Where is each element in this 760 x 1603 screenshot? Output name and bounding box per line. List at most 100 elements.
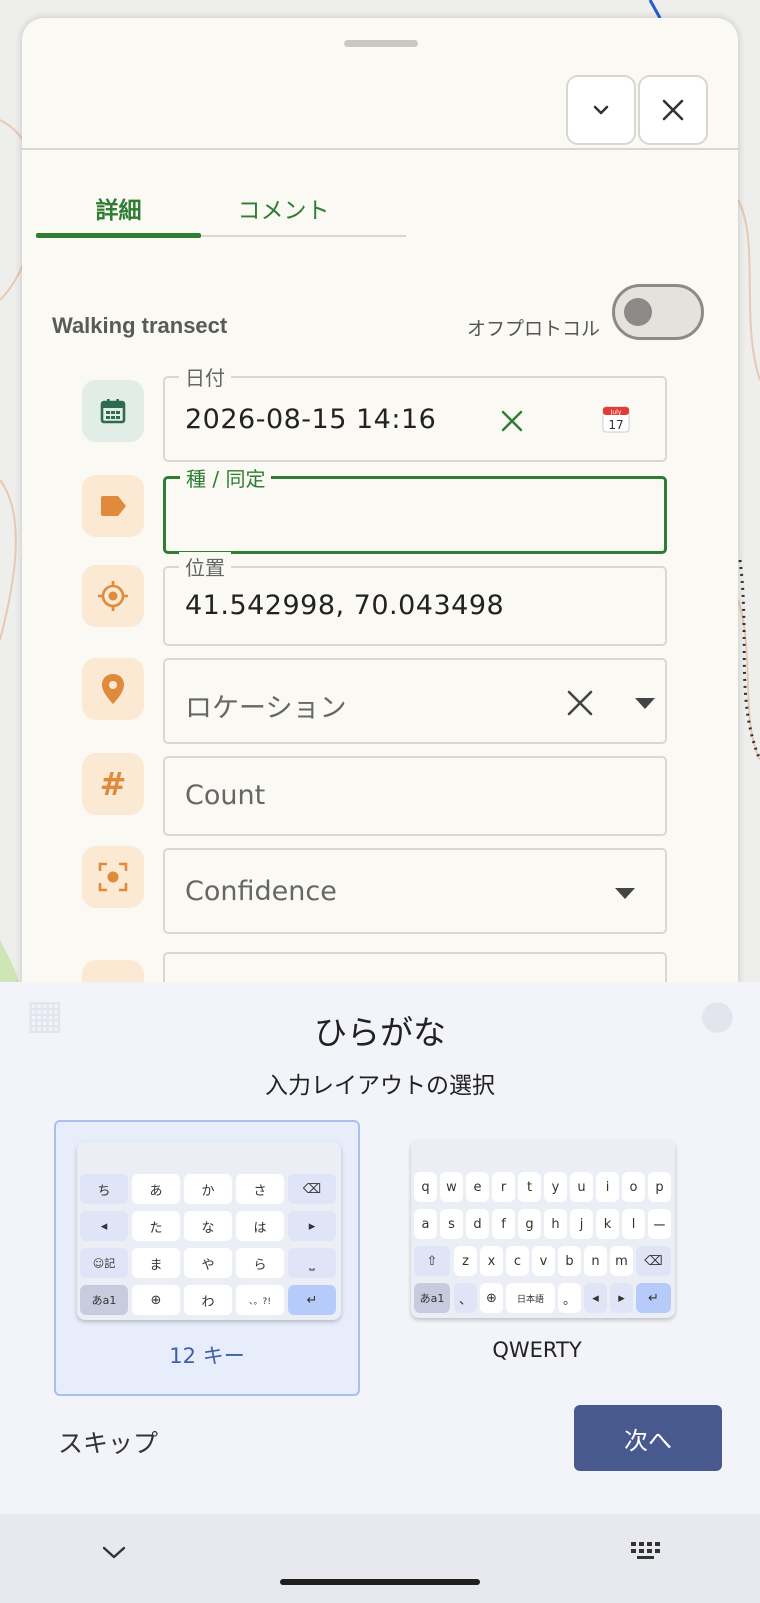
clear-date-icon[interactable] [499, 408, 525, 434]
mini-key: j [570, 1209, 593, 1239]
close-button[interactable] [638, 75, 708, 145]
drag-handle[interactable] [344, 40, 418, 47]
mini-key: ⌫ [636, 1246, 671, 1276]
mini-key: ⊕ [132, 1285, 180, 1315]
layout-label-12key: 12 キー [169, 1344, 245, 1368]
mini-key: q [414, 1172, 437, 1202]
chevron-down-icon [593, 105, 609, 115]
keyboard-setup-panel: ▦ ● ひらがな 入力レイアウトの選択 ち あ か さ ⌫ ◂ た な は ▸ … [0, 982, 760, 1514]
mini-key: ▸ [610, 1283, 633, 1313]
close-icon [662, 99, 684, 121]
calendar-month-text: July [610, 409, 622, 416]
mini-key: ⌫ [288, 1174, 336, 1204]
mini-key: ↵ [636, 1283, 671, 1313]
mini-key: な [184, 1211, 232, 1241]
collapse-button[interactable] [566, 75, 636, 145]
clear-location-icon[interactable] [565, 688, 595, 718]
mini-key: i [596, 1172, 619, 1202]
crosshair-icon [98, 581, 128, 611]
mini-key: w [440, 1172, 463, 1202]
preview-qwerty: q w e r t y u i o p a s d f g h j k l ー … [411, 1140, 675, 1318]
mini-key: か [184, 1174, 232, 1204]
mini-key: あa1 [80, 1285, 128, 1315]
section-title: Walking transect [52, 313, 228, 338]
mini-key: r [492, 1172, 515, 1202]
tab-active-indicator [36, 233, 201, 238]
keyboard-switch-icon[interactable] [630, 1541, 662, 1563]
mini-key: 、。?! [236, 1285, 284, 1315]
count-field[interactable]: Count [163, 756, 667, 836]
preview-12key: ち あ か さ ⌫ ◂ た な は ▸ ☺記 ま や ら ⎵ あa1 ⊕ わ 、… [77, 1142, 341, 1320]
position-field[interactable]: 位置 41.542998, 70.043498 [163, 552, 667, 646]
mini-key: k [596, 1209, 619, 1239]
mini-key: 。 [558, 1283, 581, 1313]
location-select[interactable]: ロケーション [163, 658, 667, 744]
toggle-knob [624, 298, 652, 326]
mini-key: n [584, 1246, 607, 1276]
position-value: 41.542998, 70.043498 [185, 590, 505, 621]
mini-key: a [414, 1209, 437, 1239]
mini-key: わ [184, 1285, 232, 1315]
header-divider [22, 148, 738, 150]
mini-key: 、 [454, 1283, 477, 1313]
mini-key: ◂ [584, 1283, 607, 1313]
mini-key: ⇧ [414, 1246, 450, 1276]
species-label: 種 / 同定 [180, 463, 272, 492]
tag-icon [101, 496, 126, 516]
confidence-select[interactable]: Confidence [163, 848, 667, 934]
mini-key: y [544, 1172, 567, 1202]
location-placeholder: ロケーション [185, 693, 347, 724]
off-protocol-toggle[interactable] [612, 284, 704, 340]
mini-key: c [506, 1246, 529, 1276]
calendar-icon [100, 399, 126, 424]
mini-key: z [454, 1246, 477, 1276]
mini-key: ー [648, 1209, 671, 1239]
date-field[interactable]: 日付 2026-08-15 14:16 July 17 [163, 362, 667, 462]
mini-key: l [622, 1209, 645, 1239]
mini-key: さ [236, 1174, 284, 1204]
mini-key: あa1 [414, 1283, 450, 1313]
mini-key: ら [236, 1248, 284, 1278]
date-label: 日付 [179, 362, 231, 391]
mini-key: や [184, 1248, 232, 1278]
off-protocol-label: オフプロトコル [467, 318, 601, 340]
calendar-picker-icon[interactable]: July 17 [601, 404, 631, 434]
layout-option-qwerty[interactable]: q w e r t y u i o p a s d f g h j k l ー … [384, 1120, 690, 1396]
dropdown-arrow-icon[interactable] [635, 698, 655, 710]
gps-field-icon [82, 565, 144, 627]
species-field[interactable]: 種 / 同定 [163, 463, 667, 554]
mini-key: ち [80, 1174, 128, 1204]
mini-key: d [466, 1209, 489, 1239]
mini-key: ⊕ [480, 1283, 503, 1313]
observation-sheet: 詳細 コメント Walking transect オフプロトコル 日付 2026… [22, 18, 738, 1008]
mini-key: b [558, 1246, 581, 1276]
skip-button[interactable]: スキップ [58, 1424, 158, 1460]
tab-comments[interactable]: コメント [201, 178, 366, 238]
tag-field-icon [82, 475, 144, 537]
confidence-dropdown-arrow-icon[interactable] [615, 888, 635, 900]
position-label: 位置 [179, 552, 231, 581]
mini-key: ま [132, 1248, 180, 1278]
hide-keyboard-chevron-icon[interactable] [101, 1545, 127, 1561]
next-button[interactable]: 次へ [574, 1405, 722, 1471]
mini-key: 日本語 [506, 1283, 555, 1313]
mini-key: あ [132, 1174, 180, 1204]
home-indicator[interactable] [280, 1579, 480, 1585]
mini-key: ☺記 [80, 1248, 128, 1278]
layout-label-qwerty: QWERTY [492, 1338, 582, 1362]
mini-key: t [518, 1172, 541, 1202]
tab-details[interactable]: 詳細 [36, 178, 201, 238]
mini-key: p [648, 1172, 671, 1202]
keyboard-subtitle: 入力レイアウトの選択 [265, 1073, 495, 1099]
map-pin-icon [102, 674, 124, 704]
mini-key: ↵ [288, 1285, 336, 1315]
confidence-placeholder: Confidence [185, 876, 337, 907]
mini-key: h [544, 1209, 567, 1239]
mini-key: x [480, 1246, 503, 1276]
mini-key: ⎵ [288, 1248, 336, 1278]
mini-key: は [236, 1211, 284, 1241]
location-field-icon [82, 658, 144, 720]
keyboard-title: ひらがな [314, 1013, 446, 1052]
mini-key: o [622, 1172, 645, 1202]
layout-option-12key[interactable]: ち あ か さ ⌫ ◂ た な は ▸ ☺記 ま や ら ⎵ あa1 ⊕ わ 、… [54, 1120, 360, 1396]
